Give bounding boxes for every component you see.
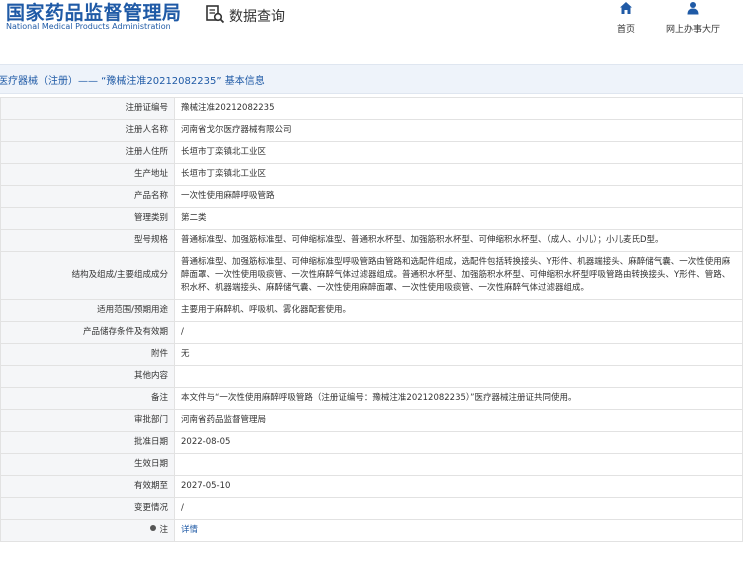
registration-detail-table: 注册证编号 豫械注准20212082235 注册人名称 河南省戈尔医疗器械有限公司 … [0, 97, 743, 542]
table-row: 产品名称 一次性使用麻醉呼吸管路 [0, 185, 743, 208]
row-label-text: 注 [159, 525, 168, 535]
row-value: 普通标准型、加强筋标准型、可伸缩标准型、普通积水杯型、加强筋积水杯型、可伸缩积水… [174, 229, 743, 252]
table-row: 备注 本文件与“一次性使用麻醉呼吸管路（注册证编号：豫械注准20212082235… [0, 387, 743, 410]
row-value [174, 453, 743, 476]
row-value: 2022-08-05 [174, 431, 743, 454]
row-label: 备注 [0, 387, 175, 410]
details-link[interactable]: 详情 [181, 525, 198, 535]
table-row: 注册人名称 河南省戈尔医疗器械有限公司 [0, 119, 743, 142]
row-label: 批准日期 [0, 431, 175, 454]
data-query-heading: 数据查询 [205, 4, 285, 28]
row-value [174, 365, 743, 388]
row-value: 一次性使用麻醉呼吸管路 [174, 185, 743, 208]
user-icon [686, 0, 700, 19]
table-row: 结构及组成/主要组成成分 普通标准型、加强筋标准型、可伸缩标准型呼吸管路由管路和选… [0, 251, 743, 300]
row-label: 生产地址 [0, 163, 175, 186]
row-value: 河南省戈尔医疗器械有限公司 [174, 119, 743, 142]
nav-home[interactable]: 首页 [617, 0, 635, 35]
row-label: 注册证编号 [0, 97, 175, 120]
table-row: 注册人住所 长垣市丁栾镇北工业区 [0, 141, 743, 164]
data-query-label: 数据查询 [229, 9, 285, 25]
table-row: 注 详情 [0, 519, 743, 542]
breadcrumb-bar: 医疗器械（注册）—— “豫械注准20212082235” 基本信息 [0, 64, 743, 94]
row-value: / [174, 497, 743, 520]
row-value: 主要用于麻醉机、呼吸机、雾化器配套使用。 [174, 299, 743, 322]
home-icon [619, 0, 633, 19]
table-row: 生效日期 [0, 453, 743, 476]
row-value: 无 [174, 343, 743, 366]
row-label: 有效期至 [0, 475, 175, 498]
table-row: 产品储存条件及有效期 / [0, 321, 743, 344]
table-row: 批准日期 2022-08-05 [0, 431, 743, 454]
row-label-note: 注 [0, 519, 175, 542]
row-label: 管理类别 [0, 207, 175, 230]
nav-online-hall-label: 网上办事大厅 [666, 25, 721, 35]
row-label: 其他内容 [0, 365, 175, 388]
row-value: 第二类 [174, 207, 743, 230]
row-label: 结构及组成/主要组成成分 [0, 251, 175, 300]
row-label: 附件 [0, 343, 175, 366]
table-row: 变更情况 / [0, 497, 743, 520]
row-value: 豫械注准20212082235 [174, 97, 743, 120]
nav-home-label: 首页 [617, 25, 636, 35]
table-row: 有效期至 2027-05-10 [0, 475, 743, 498]
pin-icon [149, 525, 160, 535]
breadcrumb: 医疗器械（注册）—— “豫械注准20212082235” 基本信息 [0, 76, 265, 87]
table-row: 型号规格 普通标准型、加强筋标准型、可伸缩标准型、普通积水杯型、加强筋积水杯型、可… [0, 229, 743, 252]
table-row: 审批部门 河南省药品监督管理局 [0, 409, 743, 432]
row-label: 注册人住所 [0, 141, 175, 164]
table-row: 其他内容 [0, 365, 743, 388]
table-row: 附件无 [0, 343, 743, 366]
table-row: 生产地址 长垣市丁栾镇北工业区 [0, 163, 743, 186]
row-value: 长垣市丁栾镇北工业区 [174, 163, 743, 186]
row-value: 2027-05-10 [174, 475, 743, 498]
row-label: 产品名称 [0, 185, 175, 208]
row-label: 生效日期 [0, 453, 175, 476]
table-row: 适用范围/预期用途 主要用于麻醉机、呼吸机、雾化器配套使用。 [0, 299, 743, 322]
row-label: 注册人名称 [0, 119, 175, 142]
row-value: 普通标准型、加强筋标准型、可伸缩标准型呼吸管路由管路和选配件组成，选配件包括转换… [174, 251, 743, 300]
row-value: 长垣市丁栾镇北工业区 [174, 141, 743, 164]
row-label: 型号规格 [0, 229, 175, 252]
row-value: 河南省药品监督管理局 [174, 409, 743, 432]
row-label: 适用范围/预期用途 [0, 299, 175, 322]
site-header: 国家药品监督管理局 National Medical Products Admi… [0, 0, 743, 62]
nav-online-hall[interactable]: 网上办事大厅 [666, 0, 720, 35]
table-row: 管理类别 第二类 [0, 207, 743, 230]
row-value: 详情 [174, 519, 743, 542]
site-logo-subtitle: National Medical Products Administration [6, 22, 171, 31]
table-row: 注册证编号 豫械注准20212082235 [0, 97, 743, 120]
search-document-icon [205, 4, 225, 28]
row-value: 本文件与“一次性使用麻醉呼吸管路（注册证编号：豫械注准20212082235）”… [174, 387, 743, 410]
row-value: / [174, 321, 743, 344]
row-label: 产品储存条件及有效期 [0, 321, 175, 344]
row-label: 变更情况 [0, 497, 175, 520]
row-label: 审批部门 [0, 409, 175, 432]
